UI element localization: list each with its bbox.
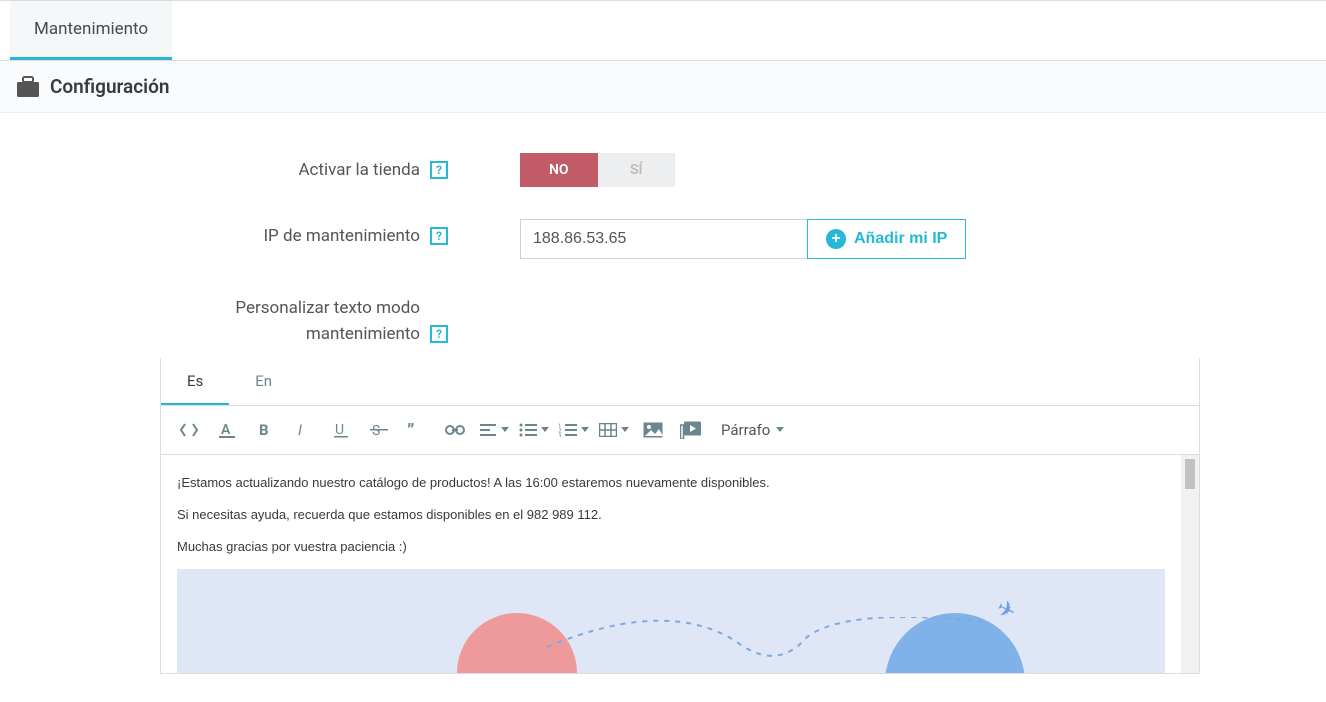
help-icon[interactable]: ?	[430, 161, 448, 179]
editor-illustration: ✈	[177, 569, 1165, 673]
chevron-down-icon	[621, 427, 629, 432]
strikethrough-icon[interactable]: S	[365, 416, 393, 444]
table-icon[interactable]	[599, 416, 629, 444]
svg-text:”: ”	[407, 423, 414, 437]
editor-scrollbar[interactable]	[1181, 455, 1199, 673]
editor-line: ¡Estamos actualizando nuestro catálogo d…	[177, 473, 1165, 493]
editor-line: Si necesitas ayuda, recuerda que estamos…	[177, 505, 1165, 525]
maintenance-ip-label: IP de mantenimiento	[263, 223, 420, 249]
dashed-line	[547, 617, 987, 657]
bold-icon[interactable]: B	[251, 416, 279, 444]
code-icon[interactable]	[175, 416, 203, 444]
editor-line: Muchas gracias por vuestra paciencia :)	[177, 537, 1165, 557]
text-color-icon[interactable]: A	[213, 416, 241, 444]
enable-shop-label: Activar la tienda	[298, 157, 420, 183]
align-icon[interactable]	[479, 416, 509, 444]
svg-text:U: U	[335, 422, 344, 438]
custom-text-label: Personalizar texto modo mantenimiento	[210, 295, 420, 348]
paper-plane-icon: ✈	[990, 591, 1021, 630]
toggle-no[interactable]: NO	[520, 153, 598, 187]
text-editor: Es En A B I U S	[160, 358, 1200, 674]
tab-maintenance[interactable]: Mantenimiento	[10, 1, 172, 60]
paragraph-format-select[interactable]: Párrafo	[715, 421, 790, 439]
chevron-down-icon	[541, 427, 549, 432]
scroll-thumb[interactable]	[1185, 459, 1195, 489]
lang-tab-es[interactable]: Es	[161, 358, 229, 405]
underline-icon[interactable]: U	[327, 416, 355, 444]
svg-text:B: B	[259, 422, 269, 438]
panel-title: Configuración	[50, 75, 169, 98]
add-my-ip-label: Añadir mi IP	[854, 230, 947, 248]
svg-text:A: A	[221, 422, 231, 438]
italic-icon[interactable]: I	[289, 416, 317, 444]
panel-header: Configuración	[0, 61, 1326, 113]
numbered-list-icon[interactable]: 123	[559, 416, 589, 444]
quote-icon[interactable]: ”	[403, 416, 431, 444]
briefcase-icon	[16, 76, 40, 98]
link-icon[interactable]	[441, 416, 469, 444]
add-my-ip-button[interactable]: + Añadir mi IP	[807, 219, 966, 259]
bullet-list-icon[interactable]	[519, 416, 549, 444]
chevron-down-icon	[776, 427, 784, 432]
svg-text:3: 3	[559, 433, 561, 437]
lang-tab-en[interactable]: En	[229, 358, 298, 405]
chevron-down-icon	[581, 427, 589, 432]
help-icon[interactable]: ?	[430, 227, 448, 245]
editor-toolbar: A B I U S ”	[161, 406, 1199, 455]
media-icon[interactable]	[677, 416, 705, 444]
toggle-yes[interactable]: SÍ	[598, 153, 676, 187]
svg-text:I: I	[298, 422, 302, 438]
maintenance-ip-input[interactable]	[520, 219, 808, 259]
help-icon[interactable]: ?	[430, 325, 448, 343]
plus-circle-icon: +	[826, 229, 846, 249]
image-icon[interactable]	[639, 416, 667, 444]
paragraph-format-label: Párrafo	[721, 421, 770, 439]
enable-shop-toggle[interactable]: NO SÍ	[520, 153, 675, 187]
chevron-down-icon	[501, 427, 509, 432]
editor-content[interactable]: ¡Estamos actualizando nuestro catálogo d…	[161, 455, 1181, 673]
